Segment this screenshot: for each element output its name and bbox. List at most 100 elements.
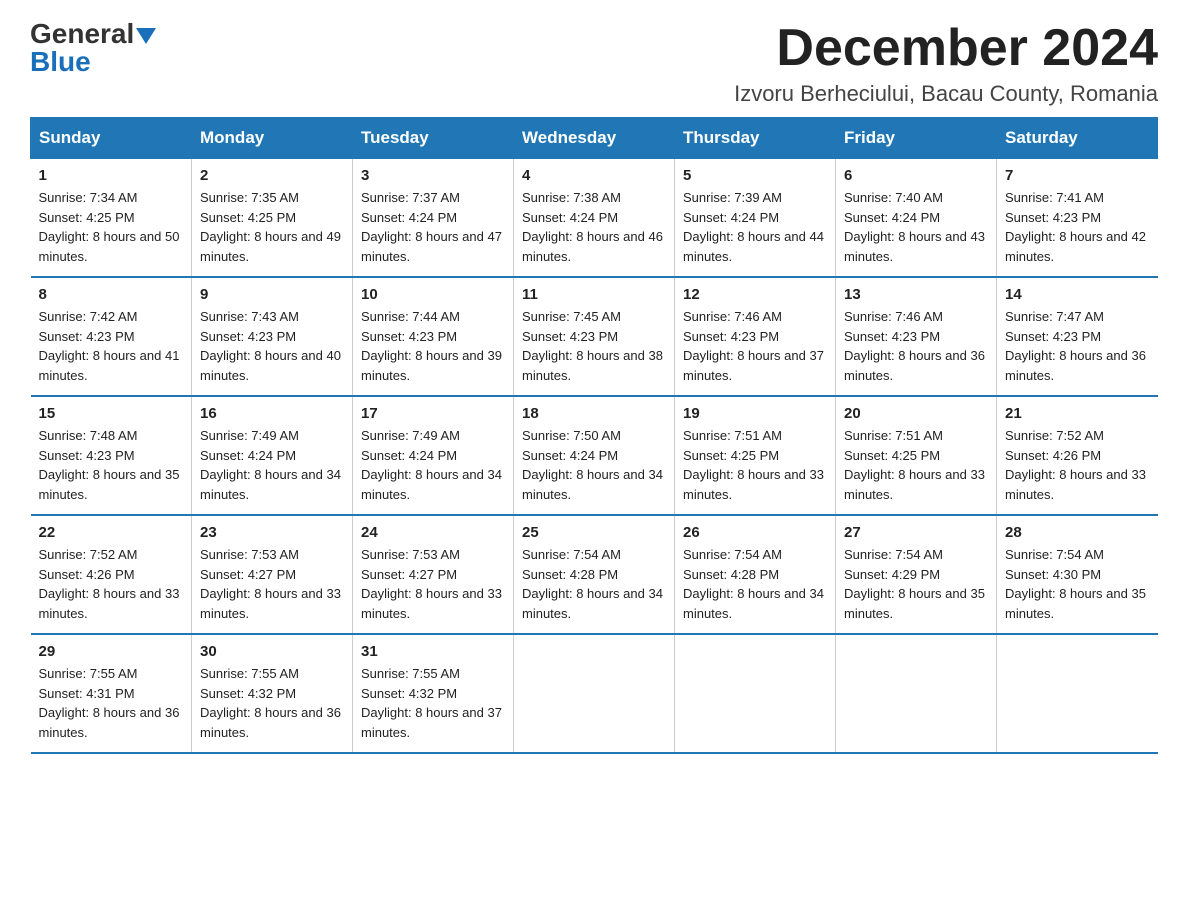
day-number: 23 (200, 524, 344, 541)
calendar-cell: 29 Sunrise: 7:55 AMSunset: 4:31 PMDaylig… (31, 634, 192, 753)
day-info: Sunrise: 7:55 AMSunset: 4:31 PMDaylight:… (39, 666, 180, 740)
calendar-cell: 6 Sunrise: 7:40 AMSunset: 4:24 PMDayligh… (836, 159, 997, 278)
day-number: 10 (361, 286, 505, 303)
day-number: 15 (39, 405, 184, 422)
day-number: 14 (1005, 286, 1150, 303)
week-row-1: 1 Sunrise: 7:34 AMSunset: 4:25 PMDayligh… (31, 159, 1158, 278)
calendar-cell: 17 Sunrise: 7:49 AMSunset: 4:24 PMDaylig… (353, 396, 514, 515)
day-number: 13 (844, 286, 988, 303)
day-info: Sunrise: 7:52 AMSunset: 4:26 PMDaylight:… (39, 547, 180, 621)
day-number: 3 (361, 167, 505, 184)
day-info: Sunrise: 7:51 AMSunset: 4:25 PMDaylight:… (844, 428, 985, 502)
location-title: Izvoru Berheciului, Bacau County, Romani… (734, 81, 1158, 107)
calendar-cell: 19 Sunrise: 7:51 AMSunset: 4:25 PMDaylig… (675, 396, 836, 515)
day-info: Sunrise: 7:50 AMSunset: 4:24 PMDaylight:… (522, 428, 663, 502)
calendar-cell: 10 Sunrise: 7:44 AMSunset: 4:23 PMDaylig… (353, 277, 514, 396)
day-info: Sunrise: 7:54 AMSunset: 4:30 PMDaylight:… (1005, 547, 1146, 621)
calendar-cell (997, 634, 1158, 753)
calendar-cell: 4 Sunrise: 7:38 AMSunset: 4:24 PMDayligh… (514, 159, 675, 278)
day-info: Sunrise: 7:43 AMSunset: 4:23 PMDaylight:… (200, 309, 341, 383)
calendar-cell (514, 634, 675, 753)
calendar-cell: 8 Sunrise: 7:42 AMSunset: 4:23 PMDayligh… (31, 277, 192, 396)
calendar-cell (836, 634, 997, 753)
day-number: 27 (844, 524, 988, 541)
col-tuesday: Tuesday (353, 118, 514, 159)
day-number: 1 (39, 167, 184, 184)
day-number: 8 (39, 286, 184, 303)
day-info: Sunrise: 7:38 AMSunset: 4:24 PMDaylight:… (522, 190, 663, 264)
col-sunday: Sunday (31, 118, 192, 159)
calendar-cell: 9 Sunrise: 7:43 AMSunset: 4:23 PMDayligh… (192, 277, 353, 396)
calendar-cell: 18 Sunrise: 7:50 AMSunset: 4:24 PMDaylig… (514, 396, 675, 515)
calendar-cell: 15 Sunrise: 7:48 AMSunset: 4:23 PMDaylig… (31, 396, 192, 515)
day-info: Sunrise: 7:47 AMSunset: 4:23 PMDaylight:… (1005, 309, 1146, 383)
calendar-table: Sunday Monday Tuesday Wednesday Thursday… (30, 117, 1158, 754)
day-info: Sunrise: 7:51 AMSunset: 4:25 PMDaylight:… (683, 428, 824, 502)
col-thursday: Thursday (675, 118, 836, 159)
day-info: Sunrise: 7:37 AMSunset: 4:24 PMDaylight:… (361, 190, 502, 264)
calendar-cell (675, 634, 836, 753)
day-info: Sunrise: 7:45 AMSunset: 4:23 PMDaylight:… (522, 309, 663, 383)
calendar-cell: 23 Sunrise: 7:53 AMSunset: 4:27 PMDaylig… (192, 515, 353, 634)
month-title: December 2024 (734, 20, 1158, 77)
day-number: 19 (683, 405, 827, 422)
day-info: Sunrise: 7:35 AMSunset: 4:25 PMDaylight:… (200, 190, 341, 264)
logo: General Blue (30, 20, 156, 76)
calendar-cell: 1 Sunrise: 7:34 AMSunset: 4:25 PMDayligh… (31, 159, 192, 278)
title-section: December 2024 Izvoru Berheciului, Bacau … (734, 20, 1158, 107)
page-header: General Blue December 2024 Izvoru Berhec… (30, 20, 1158, 107)
calendar-cell: 16 Sunrise: 7:49 AMSunset: 4:24 PMDaylig… (192, 396, 353, 515)
day-info: Sunrise: 7:42 AMSunset: 4:23 PMDaylight:… (39, 309, 180, 383)
col-wednesday: Wednesday (514, 118, 675, 159)
logo-triangle-icon (136, 28, 156, 44)
day-number: 5 (683, 167, 827, 184)
week-row-5: 29 Sunrise: 7:55 AMSunset: 4:31 PMDaylig… (31, 634, 1158, 753)
day-info: Sunrise: 7:41 AMSunset: 4:23 PMDaylight:… (1005, 190, 1146, 264)
day-number: 6 (844, 167, 988, 184)
calendar-header: Sunday Monday Tuesday Wednesday Thursday… (31, 118, 1158, 159)
day-info: Sunrise: 7:48 AMSunset: 4:23 PMDaylight:… (39, 428, 180, 502)
day-number: 25 (522, 524, 666, 541)
day-number: 9 (200, 286, 344, 303)
day-number: 22 (39, 524, 184, 541)
day-number: 7 (1005, 167, 1150, 184)
calendar-cell: 5 Sunrise: 7:39 AMSunset: 4:24 PMDayligh… (675, 159, 836, 278)
calendar-cell: 25 Sunrise: 7:54 AMSunset: 4:28 PMDaylig… (514, 515, 675, 634)
calendar-cell: 14 Sunrise: 7:47 AMSunset: 4:23 PMDaylig… (997, 277, 1158, 396)
day-info: Sunrise: 7:53 AMSunset: 4:27 PMDaylight:… (361, 547, 502, 621)
calendar-cell: 11 Sunrise: 7:45 AMSunset: 4:23 PMDaylig… (514, 277, 675, 396)
day-info: Sunrise: 7:54 AMSunset: 4:28 PMDaylight:… (683, 547, 824, 621)
day-info: Sunrise: 7:54 AMSunset: 4:28 PMDaylight:… (522, 547, 663, 621)
day-info: Sunrise: 7:46 AMSunset: 4:23 PMDaylight:… (683, 309, 824, 383)
calendar-cell: 26 Sunrise: 7:54 AMSunset: 4:28 PMDaylig… (675, 515, 836, 634)
day-number: 29 (39, 643, 184, 660)
calendar-cell: 30 Sunrise: 7:55 AMSunset: 4:32 PMDaylig… (192, 634, 353, 753)
day-info: Sunrise: 7:39 AMSunset: 4:24 PMDaylight:… (683, 190, 824, 264)
calendar-cell: 3 Sunrise: 7:37 AMSunset: 4:24 PMDayligh… (353, 159, 514, 278)
day-number: 26 (683, 524, 827, 541)
calendar-cell: 7 Sunrise: 7:41 AMSunset: 4:23 PMDayligh… (997, 159, 1158, 278)
day-info: Sunrise: 7:44 AMSunset: 4:23 PMDaylight:… (361, 309, 502, 383)
calendar-cell: 13 Sunrise: 7:46 AMSunset: 4:23 PMDaylig… (836, 277, 997, 396)
day-number: 20 (844, 405, 988, 422)
day-number: 11 (522, 286, 666, 303)
day-info: Sunrise: 7:53 AMSunset: 4:27 PMDaylight:… (200, 547, 341, 621)
day-number: 4 (522, 167, 666, 184)
day-info: Sunrise: 7:49 AMSunset: 4:24 PMDaylight:… (361, 428, 502, 502)
day-info: Sunrise: 7:55 AMSunset: 4:32 PMDaylight:… (361, 666, 502, 740)
day-info: Sunrise: 7:34 AMSunset: 4:25 PMDaylight:… (39, 190, 180, 264)
day-info: Sunrise: 7:49 AMSunset: 4:24 PMDaylight:… (200, 428, 341, 502)
week-row-4: 22 Sunrise: 7:52 AMSunset: 4:26 PMDaylig… (31, 515, 1158, 634)
day-number: 17 (361, 405, 505, 422)
calendar-cell: 28 Sunrise: 7:54 AMSunset: 4:30 PMDaylig… (997, 515, 1158, 634)
day-number: 18 (522, 405, 666, 422)
calendar-cell: 22 Sunrise: 7:52 AMSunset: 4:26 PMDaylig… (31, 515, 192, 634)
day-number: 21 (1005, 405, 1150, 422)
day-number: 12 (683, 286, 827, 303)
calendar-cell: 24 Sunrise: 7:53 AMSunset: 4:27 PMDaylig… (353, 515, 514, 634)
day-number: 28 (1005, 524, 1150, 541)
day-number: 24 (361, 524, 505, 541)
logo-text-line2: Blue (30, 48, 91, 76)
day-number: 30 (200, 643, 344, 660)
col-saturday: Saturday (997, 118, 1158, 159)
